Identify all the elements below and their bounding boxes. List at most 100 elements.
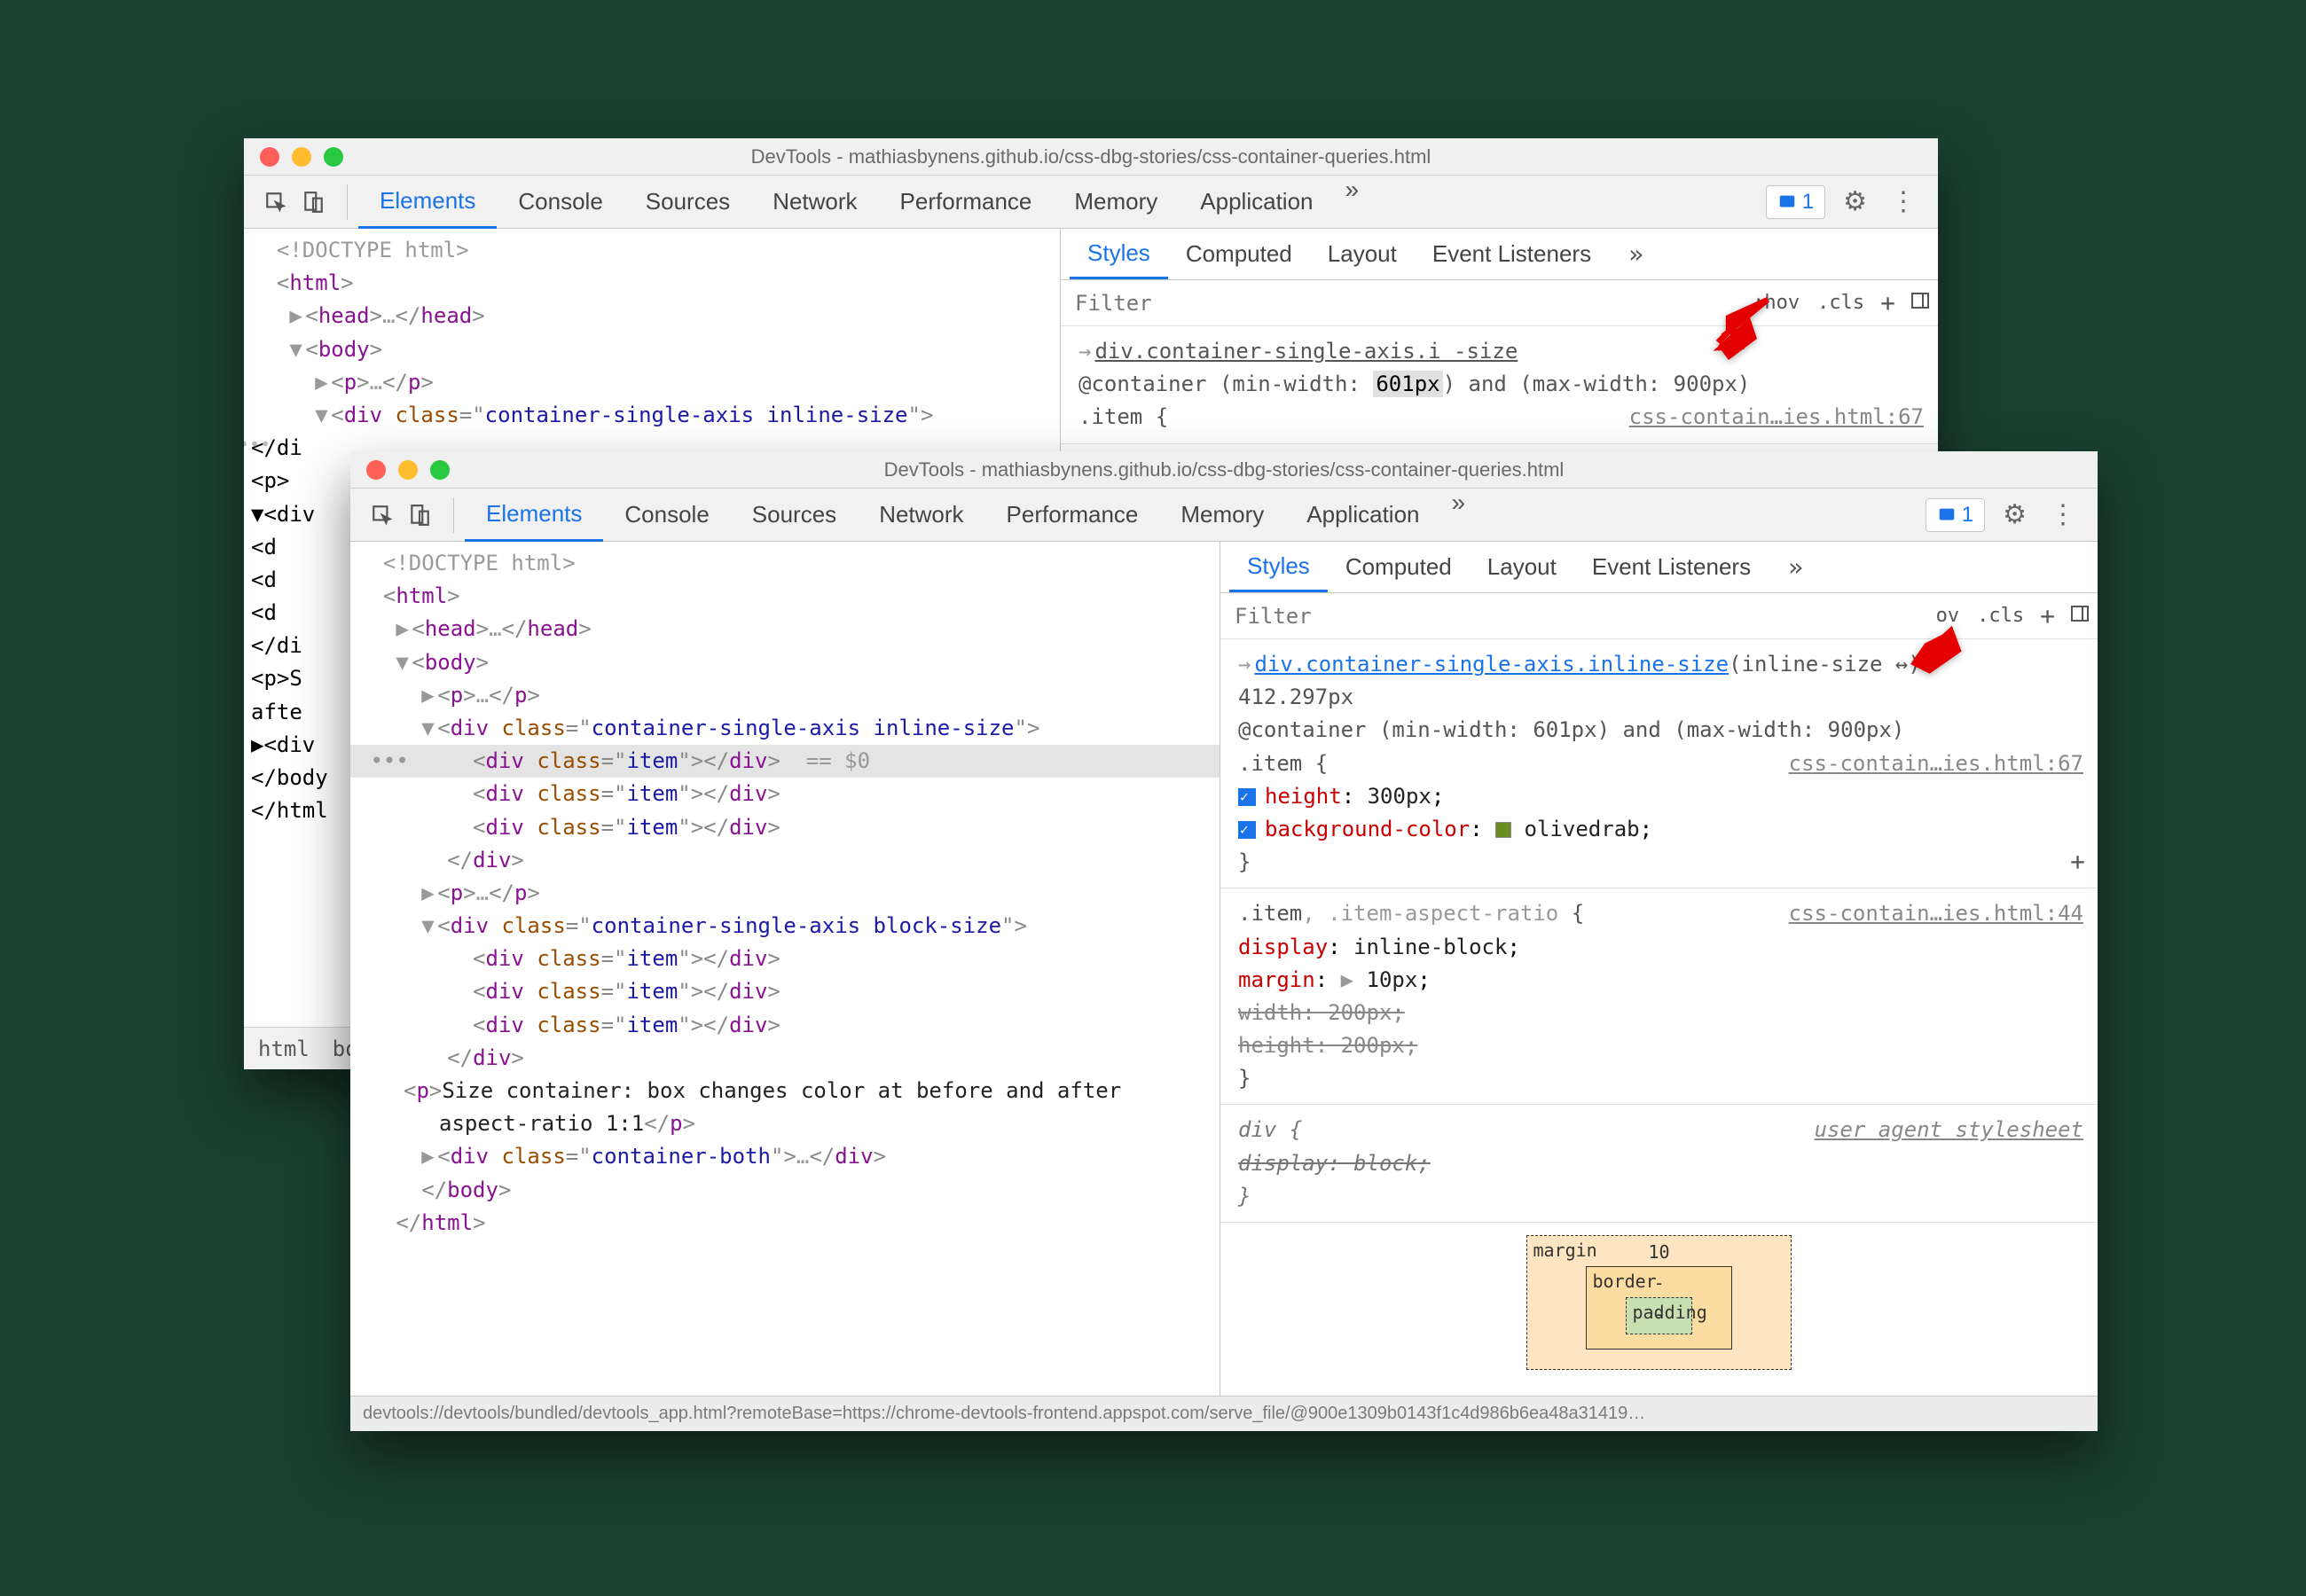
traffic-lights[interactable]: [260, 147, 343, 167]
gear-icon[interactable]: ⚙: [1838, 186, 1872, 217]
source-link[interactable]: css-contain…ies.html:44: [1789, 897, 2083, 930]
subtab-layout[interactable]: Layout: [1310, 229, 1415, 279]
toolbar-right: 1 ⚙ ⋮: [1766, 185, 1929, 219]
zoom-icon[interactable]: [324, 147, 343, 167]
subtab-event-listeners[interactable]: Event Listeners: [1415, 229, 1609, 279]
error-count: 1: [1962, 503, 1973, 528]
tab-memory[interactable]: Memory: [1159, 489, 1285, 542]
container-hint: (inline-size ↔): [1729, 652, 1921, 677]
bm-margin-top: 10: [1586, 1241, 1731, 1263]
tab-memory[interactable]: Memory: [1053, 176, 1179, 229]
filter-input[interactable]: [1061, 280, 1744, 325]
annotation-arrow-icon: [1707, 293, 1778, 373]
divider: [453, 497, 454, 533]
add-rule-icon[interactable]: +: [2070, 842, 2085, 880]
plus-icon[interactable]: +: [1873, 288, 1902, 317]
tab-performance[interactable]: Performance: [879, 176, 1054, 229]
main-tabs: Elements Console Sources Network Perform…: [465, 489, 1476, 542]
traffic-lights[interactable]: [366, 460, 450, 480]
style-rule[interactable]: →div.container-single-axis.i -size @cont…: [1061, 326, 1938, 444]
box-model[interactable]: margin 10 border - padding -: [1220, 1223, 2098, 1382]
subtab-computed[interactable]: Computed: [1328, 542, 1470, 592]
window-title: DevTools - mathiasbynens.github.io/css-d…: [365, 458, 2083, 481]
zoom-icon[interactable]: [430, 460, 450, 480]
toolbar: Elements Console Sources Network Perform…: [244, 176, 1938, 229]
tab-network[interactable]: Network: [751, 176, 878, 229]
dom-doctype: <!DOCTYPE html>: [277, 238, 469, 262]
subtab-computed[interactable]: Computed: [1168, 229, 1310, 279]
color-swatch[interactable]: [1495, 822, 1511, 838]
filter-input[interactable]: [1220, 593, 1927, 638]
error-count: 1: [1802, 190, 1814, 215]
container-link[interactable]: div.container-single-axis.inline-size: [1254, 652, 1729, 677]
plus-icon[interactable]: +: [2033, 601, 2062, 630]
titlebar[interactable]: DevTools - mathiasbynens.github.io/css-d…: [244, 138, 1938, 176]
prop-checkbox[interactable]: [1238, 821, 1256, 839]
subtab-styles[interactable]: Styles: [1229, 542, 1328, 592]
bm-padding-label: padding: [1632, 1302, 1706, 1323]
tab-sources[interactable]: Sources: [731, 489, 858, 542]
ua-stylesheet-label: user agent stylesheet: [1815, 1114, 2083, 1146]
tab-application[interactable]: Application: [1285, 489, 1440, 542]
tabs-overflow-icon[interactable]: »: [1441, 489, 1477, 542]
tab-console[interactable]: Console: [603, 489, 730, 542]
tab-sources[interactable]: Sources: [624, 176, 751, 229]
error-count-button[interactable]: 1: [1926, 498, 1985, 532]
minimize-icon[interactable]: [292, 147, 311, 167]
kebab-icon[interactable]: ⋮: [1885, 186, 1922, 217]
minimize-icon[interactable]: [398, 460, 418, 480]
dom-selected-node[interactable]: ••• <div class="item"></div> == $0: [350, 745, 1220, 778]
styles-pane: Styles Computed Layout Event Listeners »…: [1220, 542, 2098, 1396]
tabs-overflow-icon[interactable]: »: [1335, 176, 1370, 229]
subtab-event-listeners[interactable]: Event Listeners: [1574, 542, 1769, 592]
subtabs-overflow-icon[interactable]: »: [1777, 552, 1814, 582]
divider: [347, 184, 348, 220]
toolbar-right: 1 ⚙ ⋮: [1926, 498, 2089, 532]
titlebar[interactable]: DevTools - mathiasbynens.github.io/css-d…: [350, 451, 2098, 489]
close-icon[interactable]: [260, 147, 279, 167]
bm-margin-label: margin: [1533, 1240, 1596, 1261]
source-link[interactable]: css-contain…ies.html:67: [1629, 401, 1924, 434]
crumb-html[interactable]: html: [249, 1033, 318, 1065]
inspect-icon[interactable]: [366, 499, 398, 531]
filter-bar: :hov .cls +: [1061, 280, 1938, 326]
dom-tree[interactable]: <!DOCTYPE html> <html> ▶<head>…</head> ▼…: [350, 542, 1220, 1396]
device-icon[interactable]: [404, 499, 435, 531]
panel-toggle-icon[interactable]: [2062, 601, 2098, 630]
panel-toggle-icon[interactable]: [1902, 288, 1938, 317]
main-tabs: Elements Console Sources Network Perform…: [358, 176, 1369, 229]
device-icon[interactable]: [297, 186, 329, 218]
bm-border-label: border: [1592, 1271, 1656, 1292]
style-rule-ua[interactable]: user agent stylesheetdiv { display: bloc…: [1220, 1105, 2098, 1223]
close-icon[interactable]: [366, 460, 386, 480]
style-rule-container[interactable]: →div.container-single-axis.inline-size(i…: [1220, 639, 2098, 888]
source-link[interactable]: css-contain…ies.html:67: [1789, 747, 2083, 780]
highlighted-value: 601px: [1373, 371, 1442, 397]
inspect-icon[interactable]: [260, 186, 292, 218]
kebab-icon[interactable]: ⋮: [2044, 499, 2082, 530]
styles-subtabs: Styles Computed Layout Event Listeners »: [1061, 229, 1938, 280]
container-query: @container (min-width: 601px) and (max-w…: [1238, 717, 1904, 742]
styles-subtabs: Styles Computed Layout Event Listeners »: [1220, 542, 2098, 593]
container-size: 412.297px: [1238, 685, 1353, 709]
annotation-arrow-icon: [1902, 600, 1982, 690]
devtools-window-front: DevTools - mathiasbynens.github.io/css-d…: [350, 451, 2098, 1431]
tab-elements[interactable]: Elements: [358, 176, 497, 229]
tab-performance[interactable]: Performance: [985, 489, 1160, 542]
dom-doctype: <!DOCTYPE html>: [383, 551, 576, 575]
prop-checkbox[interactable]: [1238, 788, 1256, 806]
tab-network[interactable]: Network: [858, 489, 984, 542]
subtabs-overflow-icon[interactable]: »: [1618, 239, 1654, 269]
tab-console[interactable]: Console: [497, 176, 624, 229]
subtab-layout[interactable]: Layout: [1470, 542, 1574, 592]
cls-button[interactable]: .cls: [1808, 292, 1873, 314]
tab-application[interactable]: Application: [1179, 176, 1334, 229]
subtab-styles[interactable]: Styles: [1070, 229, 1168, 279]
gear-icon[interactable]: ⚙: [1997, 499, 2032, 530]
style-rule-item[interactable]: css-contain…ies.html:44.item, .item-aspe…: [1220, 888, 2098, 1105]
container-breadcrumb-link[interactable]: div.container-single-axis.i -size: [1094, 339, 1518, 364]
toolbar: Elements Console Sources Network Perform…: [350, 489, 2098, 542]
tab-elements[interactable]: Elements: [465, 489, 603, 542]
status-bar: devtools://devtools/bundled/devtools_app…: [350, 1396, 2098, 1431]
error-count-button[interactable]: 1: [1766, 185, 1825, 219]
